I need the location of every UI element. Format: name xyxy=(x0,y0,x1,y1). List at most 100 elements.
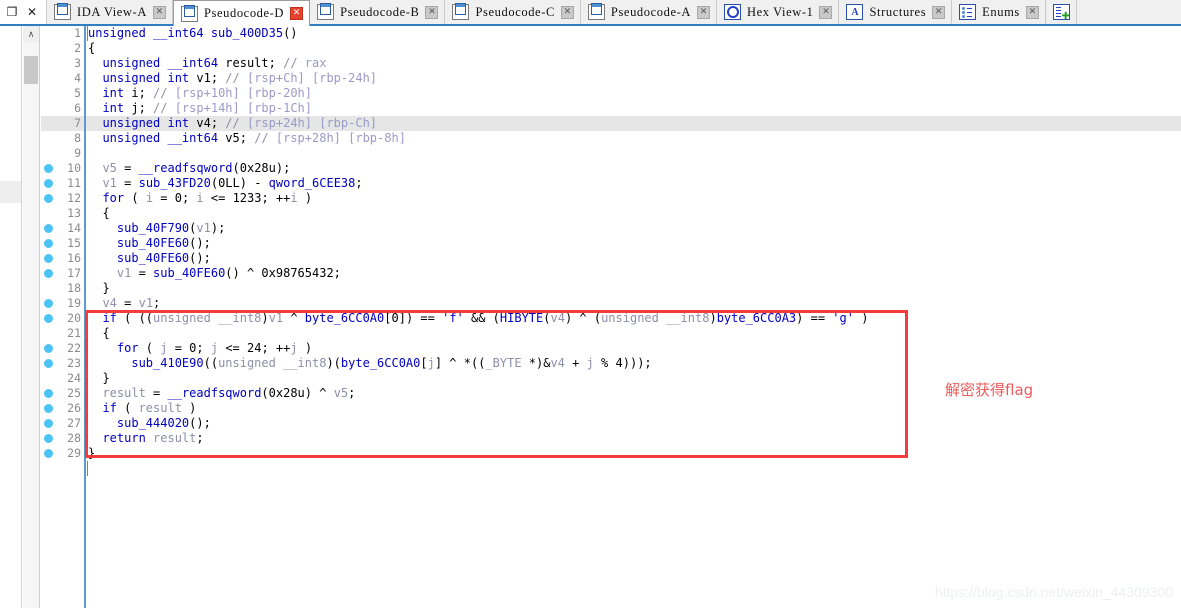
code-line[interactable]: if ( result ) xyxy=(86,401,1181,416)
gutter-line[interactable]: 1 xyxy=(41,26,86,41)
code-line[interactable]: unsigned __int64 result; // rax xyxy=(86,56,1181,71)
gutter-line[interactable]: 20 xyxy=(41,311,86,326)
code-line[interactable]: v5 = __readfsqword(0x28u); xyxy=(86,161,1181,176)
code-line[interactable]: unsigned int v1; // [rsp+Ch] [rbp-24h] xyxy=(86,71,1181,86)
tab-pseudocode-a[interactable]: Pseudocode-A ✕ xyxy=(580,0,718,24)
code-line[interactable]: v1 = sub_43FD20(0LL) - qword_6CEE38; xyxy=(86,176,1181,191)
tab-pseudocode-c[interactable]: Pseudocode-C ✕ xyxy=(445,0,581,24)
gutter-line[interactable]: 24 xyxy=(41,371,86,386)
breakpoint-marker-icon[interactable] xyxy=(44,269,53,278)
code-line[interactable]: unsigned __int64 sub_400D35() xyxy=(86,26,1181,41)
breakpoint-marker-icon[interactable] xyxy=(44,239,53,248)
gutter-line[interactable]: 25 xyxy=(41,386,86,401)
code-line[interactable]: v4 = v1; xyxy=(86,296,1181,311)
pseudocode-editor[interactable]: unsigned __int64 sub_400D35(){ unsigned … xyxy=(86,26,1181,608)
gutter-line[interactable]: 17 xyxy=(41,266,86,281)
tab-hex-view-1[interactable]: Hex View-1 ✕ xyxy=(717,0,840,24)
breakpoint-marker-icon[interactable] xyxy=(44,404,53,413)
gutter-line[interactable]: 28 xyxy=(41,431,86,446)
gutter-line[interactable]: 4 xyxy=(41,71,86,86)
gutter-line[interactable]: 18 xyxy=(41,281,86,296)
breakpoint-marker-icon[interactable] xyxy=(44,299,53,308)
tab-close-icon[interactable]: ✕ xyxy=(560,5,574,19)
code-line[interactable]: { xyxy=(86,41,1181,56)
line-number: 8 xyxy=(74,131,81,145)
code-line[interactable]: sub_410E90((unsigned __int8)(byte_6CC0A0… xyxy=(86,356,1181,371)
code-line[interactable]: int j; // [rsp+14h] [rbp-1Ch] xyxy=(86,101,1181,116)
vertical-scrollbar[interactable]: ∧ xyxy=(23,26,40,608)
gutter-line[interactable]: 29 xyxy=(41,446,86,461)
tab-pseudocode-d[interactable]: Pseudocode-D ✕ xyxy=(172,0,311,26)
tab-close-icon[interactable]: ✕ xyxy=(932,5,946,19)
code-line[interactable]: unsigned __int64 v5; // [rsp+28h] [rbp-8… xyxy=(86,131,1181,146)
tab-close-icon[interactable]: ✕ xyxy=(425,5,439,19)
gutter-line[interactable]: 5 xyxy=(41,86,86,101)
code-line[interactable]: { xyxy=(86,206,1181,221)
code-line[interactable]: sub_40FE60(); xyxy=(86,251,1181,266)
code-line[interactable]: unsigned int v4; // [rsp+24h] [rbp-Ch] xyxy=(86,116,1181,131)
breakpoint-marker-icon[interactable] xyxy=(44,389,53,398)
gutter-line[interactable]: 19 xyxy=(41,296,86,311)
breakpoint-marker-icon[interactable] xyxy=(44,254,53,263)
gutter-line[interactable]: 3 xyxy=(41,56,86,71)
gutter-line[interactable]: 12 xyxy=(41,191,86,206)
code-line[interactable]: int i; // [rsp+10h] [rbp-20h] xyxy=(86,86,1181,101)
gutter-line[interactable]: 23 xyxy=(41,356,86,371)
code-line[interactable] xyxy=(86,146,1181,161)
breakpoint-marker-icon[interactable] xyxy=(44,164,53,173)
gutter-line[interactable]: 7 xyxy=(41,116,86,131)
tab-ida-view-a[interactable]: IDA View-A ✕ xyxy=(47,0,173,24)
gutter-line[interactable]: 27 xyxy=(41,416,86,431)
gutter-line[interactable]: 22 xyxy=(41,341,86,356)
gutter-line[interactable]: 9 xyxy=(41,146,86,161)
code-line[interactable]: for ( i = 0; i <= 1233; ++i ) xyxy=(86,191,1181,206)
restore-window-button[interactable]: ❐ xyxy=(2,1,22,23)
gutter-line[interactable]: 14 xyxy=(41,221,86,236)
code-line[interactable]: if ( ((unsigned __int8)v1 ^ byte_6CC0A0[… xyxy=(86,311,1181,326)
code-line[interactable]: sub_40F790(v1); xyxy=(86,221,1181,236)
gutter-line[interactable]: 11 xyxy=(41,176,86,191)
tab-enums[interactable]: Enums ✕ xyxy=(952,0,1046,24)
breakpoint-marker-icon[interactable] xyxy=(44,179,53,188)
code-line[interactable]: } xyxy=(86,446,1181,461)
breakpoint-marker-icon[interactable] xyxy=(44,434,53,443)
tab-close-icon[interactable]: ✕ xyxy=(1025,5,1039,19)
code-line[interactable]: sub_444020(); xyxy=(86,416,1181,431)
code-line[interactable]: { xyxy=(86,326,1181,341)
gutter-line[interactable]: 2 xyxy=(41,41,86,56)
tab-pseudocode-b[interactable]: Pseudocode-B ✕ xyxy=(310,0,446,24)
breakpoint-marker-icon[interactable] xyxy=(44,314,53,323)
tab-close-icon[interactable]: ✕ xyxy=(290,7,304,20)
code-line[interactable]: return result; xyxy=(86,431,1181,446)
code-line[interactable]: for ( j = 0; j <= 24; ++j ) xyxy=(86,341,1181,356)
gutter-line[interactable]: 16 xyxy=(41,251,86,266)
breakpoint-marker-icon[interactable] xyxy=(44,359,53,368)
gutter-line[interactable]: 13 xyxy=(41,206,86,221)
scrollbar-thumb[interactable] xyxy=(24,56,38,84)
breakpoint-marker-icon[interactable] xyxy=(44,344,53,353)
tab-close-icon[interactable]: ✕ xyxy=(819,5,833,19)
tab-structures[interactable]: A Structures ✕ xyxy=(839,0,953,24)
tab-close-icon[interactable]: ✕ xyxy=(697,5,711,19)
breakpoint-marker-icon[interactable] xyxy=(44,194,53,203)
gutter-line[interactable]: 8 xyxy=(41,131,86,146)
gutter-line[interactable]: 6 xyxy=(41,101,86,116)
code-line[interactable]: v1 = sub_40FE60() ^ 0x98765432; xyxy=(86,266,1181,281)
gutter-line[interactable]: 26 xyxy=(41,401,86,416)
collapsed-panel-handle[interactable] xyxy=(0,181,21,203)
line-number: 27 xyxy=(67,416,81,430)
breakpoint-marker-icon[interactable] xyxy=(44,224,53,233)
breakpoint-marker-icon[interactable] xyxy=(44,419,53,428)
gutter-line[interactable]: 21 xyxy=(41,326,86,341)
tab-imports[interactable] xyxy=(1045,0,1077,24)
code-line[interactable]: } xyxy=(86,281,1181,296)
code-token: = xyxy=(116,176,139,190)
gutter-line[interactable]: 15 xyxy=(41,236,86,251)
gutter-line[interactable]: 10 xyxy=(41,161,86,176)
scroll-up-arrow-icon[interactable]: ∧ xyxy=(23,26,39,43)
tab-close-icon[interactable]: ✕ xyxy=(152,5,166,19)
code-line[interactable]: sub_40FE60(); xyxy=(86,236,1181,251)
breakpoint-marker-icon[interactable] xyxy=(44,449,53,458)
close-window-button[interactable]: ✕ xyxy=(22,1,42,23)
